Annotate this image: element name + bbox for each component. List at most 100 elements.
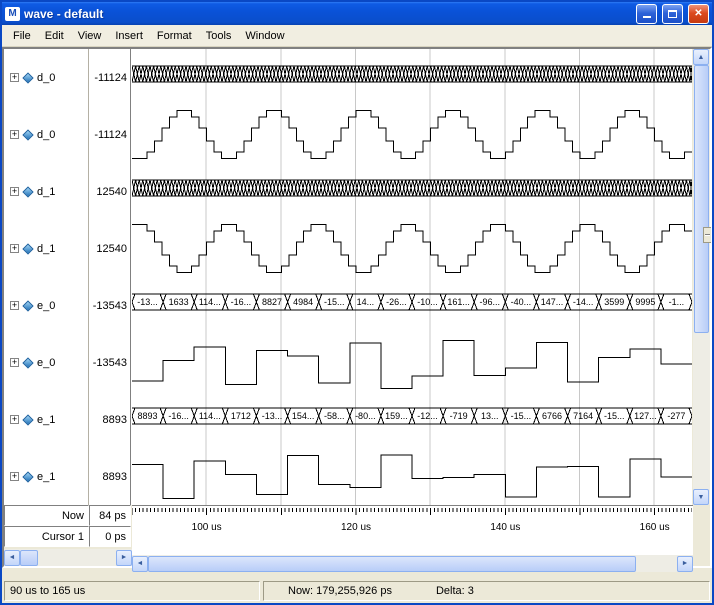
vscroll-track[interactable] (693, 333, 710, 489)
svg-text:-15...: -15... (324, 297, 345, 307)
wave-row-d_0-1[interactable] (132, 106, 692, 163)
wave-row-d_1-2[interactable] (132, 163, 692, 220)
signal-row-name[interactable]: + e_0 (4, 334, 89, 391)
expand-icon[interactable]: + (10, 244, 19, 253)
wave-row-d_1-3[interactable] (132, 220, 692, 277)
svg-text:-13...: -13... (262, 411, 283, 421)
signal-icon (22, 414, 33, 425)
expand-icon[interactable]: + (10, 472, 19, 481)
svg-text:-26...: -26... (386, 297, 407, 307)
svg-text:-277: -277 (667, 411, 685, 421)
wave-row-e_1-6[interactable]: 8893-16...114...1712-13...154...-58...-8… (132, 391, 692, 448)
signal-value: 12540 (89, 163, 131, 220)
hscroll-thumb[interactable] (148, 556, 636, 572)
signal-value: 12540 (89, 220, 131, 277)
name-panel-hscrollbar[interactable]: ◄ ► (4, 549, 132, 566)
signal-icon (22, 243, 33, 254)
scroll-up-icon[interactable]: ▲ (693, 49, 709, 65)
menu-edit[interactable]: Edit (38, 28, 71, 44)
svg-text:8827: 8827 (262, 297, 282, 307)
signal-name[interactable]: d_0 (37, 129, 55, 141)
menu-window[interactable]: Window (238, 28, 291, 44)
svg-text:114...: 114... (199, 297, 221, 307)
wave-row-e_1-7[interactable] (132, 448, 692, 505)
svg-text:159...: 159... (385, 411, 408, 421)
signal-name[interactable]: e_1 (37, 414, 55, 426)
signal-row-name[interactable]: + e_1 (4, 448, 89, 505)
svg-text:-40...: -40... (511, 297, 532, 307)
signal-name[interactable]: e_0 (37, 300, 55, 312)
signal-icon (22, 471, 33, 482)
expand-icon[interactable]: + (10, 130, 19, 139)
svg-text:7164: 7164 (573, 411, 593, 421)
signal-name[interactable]: d_1 (37, 186, 55, 198)
signal-row-name[interactable]: + d_1 (4, 220, 89, 277)
svg-text:127...: 127... (634, 411, 657, 421)
cursor1-value: 0 ps (89, 526, 131, 547)
titlebar[interactable]: M wave - default ✕ (2, 2, 712, 25)
wave-row-e_0-4[interactable]: -13...1633114...-16...88274984-15...14..… (132, 277, 692, 334)
svg-text:-16...: -16... (231, 297, 252, 307)
signal-value: -11124 (89, 49, 131, 106)
svg-text:14...: 14... (357, 297, 375, 307)
close-icon: ✕ (694, 8, 702, 19)
scroll-right-icon[interactable]: ► (116, 550, 132, 566)
signal-name[interactable]: e_1 (37, 471, 55, 483)
svg-text:1712: 1712 (231, 411, 251, 421)
expand-icon[interactable]: + (10, 358, 19, 367)
expand-icon[interactable]: + (10, 73, 19, 82)
expand-icon[interactable]: + (10, 187, 19, 196)
vscrollbar-column: ▲ ▼ (693, 49, 710, 566)
svg-text:140 us: 140 us (490, 522, 520, 533)
minimize-button[interactable] (636, 4, 657, 24)
signal-name[interactable]: e_0 (37, 357, 55, 369)
expand-icon[interactable]: + (10, 301, 19, 310)
signal-icon (22, 72, 33, 83)
close-button[interactable]: ✕ (688, 4, 709, 24)
signal-value: 8893 (89, 391, 131, 448)
svg-text:120 us: 120 us (341, 522, 371, 533)
scroll-left-icon[interactable]: ◄ (4, 550, 20, 566)
wave-hscrollbar[interactable]: ◄ ► (132, 555, 693, 572)
pane-splitter-grip[interactable] (703, 227, 711, 243)
svg-text:-58...: -58... (324, 411, 345, 421)
scroll-right-icon[interactable]: ► (677, 556, 693, 572)
menu-format[interactable]: Format (150, 28, 199, 44)
signal-value: -13543 (89, 277, 131, 334)
scroll-left-icon[interactable]: ◄ (132, 556, 148, 572)
svg-text:160 us: 160 us (640, 522, 670, 533)
signal-name[interactable]: d_0 (37, 72, 55, 84)
menu-view[interactable]: View (71, 28, 109, 44)
signal-row-name[interactable]: + d_0 (4, 106, 89, 163)
scroll-down-icon[interactable]: ▼ (693, 489, 709, 505)
expand-icon[interactable]: + (10, 415, 19, 424)
signal-row-name[interactable]: + e_1 (4, 391, 89, 448)
wave-row-e_0-5[interactable] (132, 334, 692, 391)
signal-row-name[interactable]: + d_1 (4, 163, 89, 220)
svg-text:-80...: -80... (355, 411, 376, 421)
svg-text:-13...: -13... (137, 297, 158, 307)
menu-file[interactable]: File (6, 28, 38, 44)
svg-text:-719: -719 (450, 411, 468, 421)
waveform-panel: -13...1633114...-16...88274984-15...14..… (132, 49, 693, 566)
vscroll-thumb[interactable] (694, 65, 709, 333)
signal-row-name[interactable]: + e_0 (4, 277, 89, 334)
maximize-button[interactable] (662, 4, 683, 24)
svg-text:3599: 3599 (604, 297, 624, 307)
wave-row-d_0-0[interactable] (132, 49, 692, 106)
hscroll-thumb[interactable] (20, 550, 38, 566)
signal-panel: + d_0 -11124 + d_0 -11124 + d_1 12540 (4, 49, 132, 566)
svg-text:-14...: -14... (573, 297, 594, 307)
cursor-panel: Now 84 ps Cursor 1 0 ps (4, 505, 132, 549)
signal-row-name[interactable]: + d_0 (4, 49, 89, 106)
svg-text:-1...: -1... (669, 297, 685, 307)
status-now-delta: Now: 179,255,926 ps Delta: 3 (263, 581, 710, 601)
cursor1-label[interactable]: Cursor 1 (4, 526, 89, 547)
svg-text:-16...: -16... (168, 411, 189, 421)
signal-name[interactable]: d_1 (37, 243, 55, 255)
svg-text:-15...: -15... (604, 411, 625, 421)
menu-tools[interactable]: Tools (199, 28, 239, 44)
timeline-ruler[interactable]: 100 us120 us140 us160 us (132, 505, 693, 555)
wave-vscrollbar[interactable]: ▲ ▼ (693, 49, 710, 505)
menu-insert[interactable]: Insert (108, 28, 150, 44)
